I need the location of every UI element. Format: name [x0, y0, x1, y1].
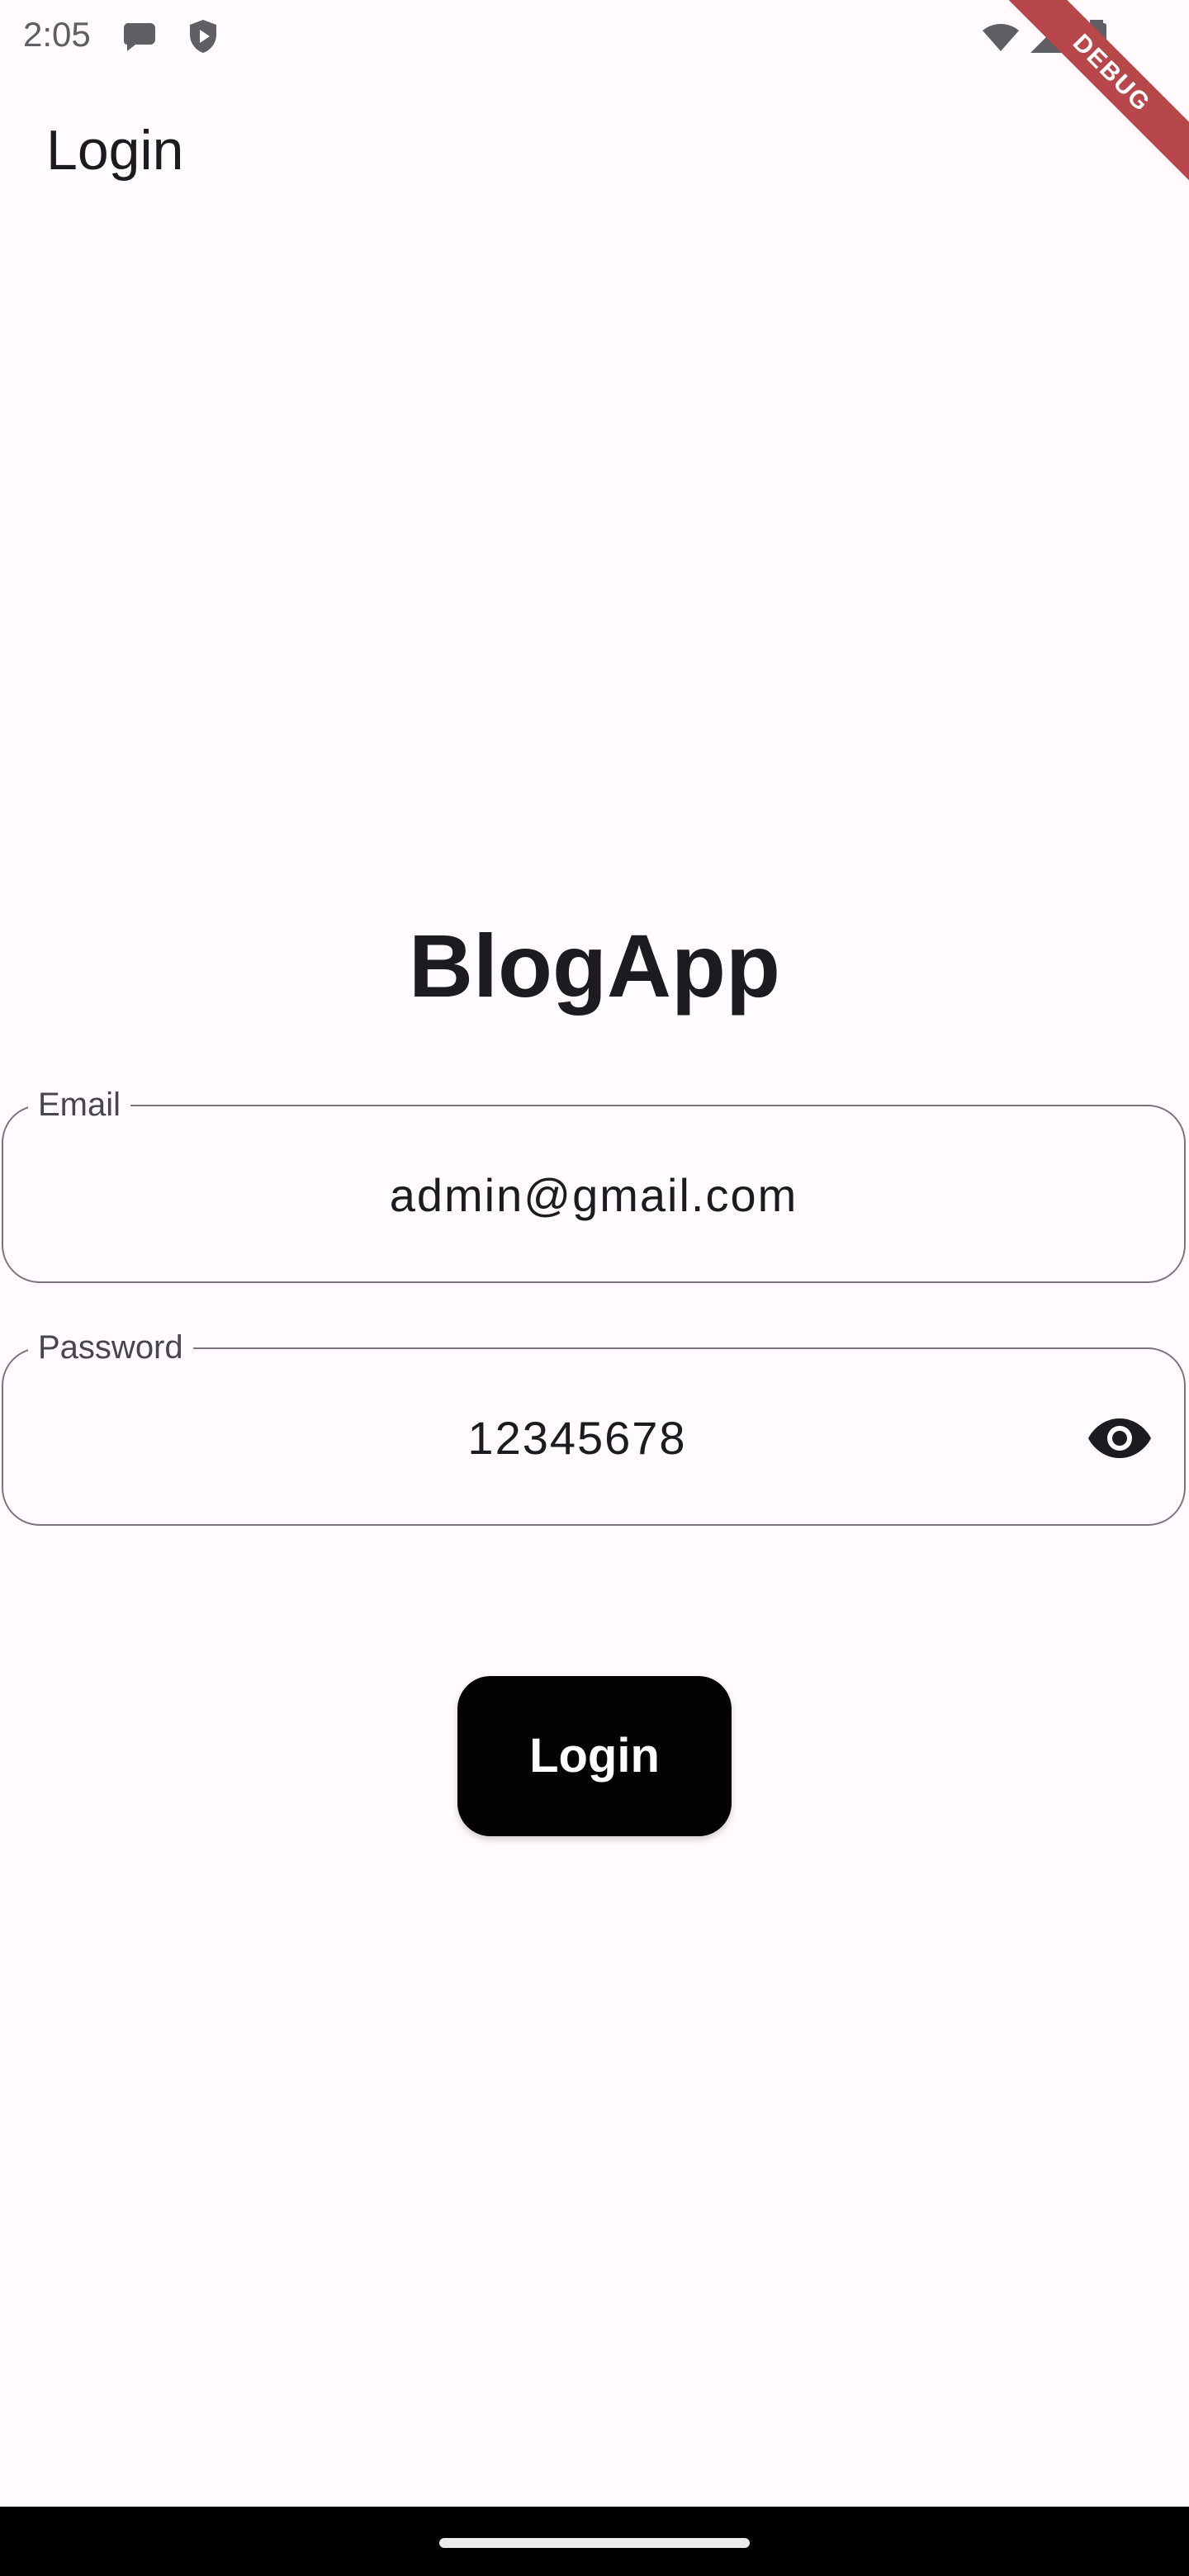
app-heading: BlogApp	[409, 916, 780, 1016]
shield-play-icon	[183, 17, 223, 56]
cellular-signal-icon	[1027, 17, 1067, 56]
email-field[interactable]: Email admin@gmail.com	[2, 1085, 1186, 1283]
status-bar: 2:05	[0, 0, 1189, 73]
password-field-value[interactable]: 12345678	[69, 1412, 1085, 1465]
login-button[interactable]: Login	[457, 1676, 732, 1836]
chat-bubble-icon	[121, 17, 160, 56]
email-field-value[interactable]: admin@gmail.com	[3, 1169, 1184, 1222]
password-field-label: Password	[28, 1328, 193, 1367]
status-time: 2:05	[23, 15, 91, 54]
eye-icon[interactable]	[1087, 1409, 1153, 1468]
home-gesture-handle[interactable]	[439, 2538, 750, 2548]
email-field-label: Email	[28, 1085, 131, 1125]
password-field[interactable]: Password 12345678	[2, 1328, 1186, 1526]
app-bar-title: Login	[46, 119, 184, 182]
battery-icon	[1077, 17, 1116, 56]
wifi-icon	[981, 17, 1021, 56]
navigation-bar	[0, 2507, 1189, 2576]
